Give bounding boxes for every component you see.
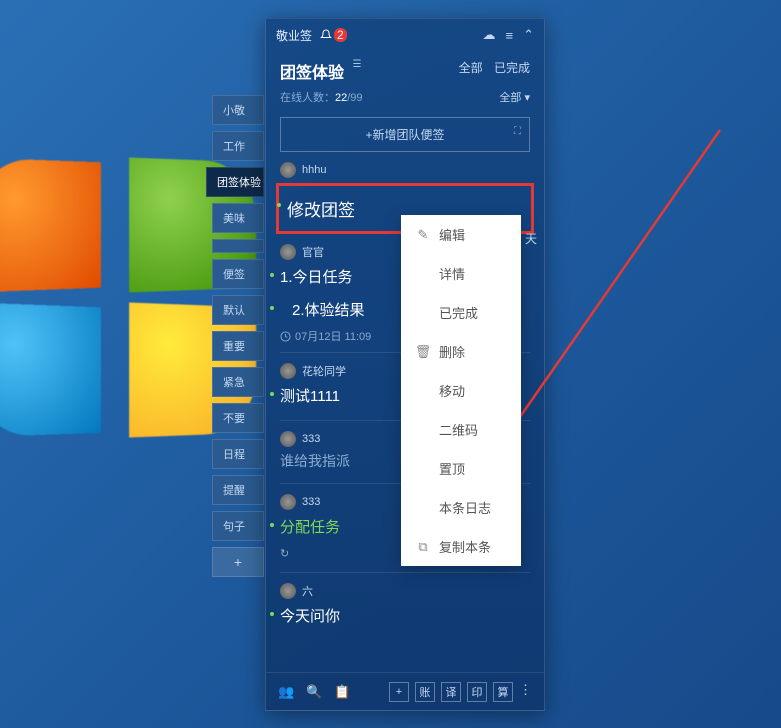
menu-detail[interactable]: 详情 xyxy=(401,254,521,293)
edit-icon: ✎ xyxy=(415,227,431,243)
calc-button[interactable]: 算 xyxy=(493,682,513,702)
print-button[interactable]: 印 xyxy=(467,682,487,702)
filter-done[interactable]: 已完成 xyxy=(494,61,530,75)
avatar xyxy=(280,244,296,260)
note-author: 六 xyxy=(280,583,530,599)
side-tab[interactable]: 美味 xyxy=(212,203,264,233)
chevron-icon[interactable]: ⌃ xyxy=(523,27,534,43)
menu-done[interactable]: 已完成 xyxy=(401,293,521,332)
expand-icon[interactable]: ⛶ xyxy=(514,126,521,137)
online-filter[interactable]: 全部 ▾ xyxy=(499,89,530,105)
avatar xyxy=(280,494,296,510)
side-tab[interactable]: 工作 xyxy=(212,131,264,161)
side-tab[interactable]: 便签 xyxy=(212,259,264,289)
menu-edit[interactable]: ✎编辑 xyxy=(401,215,521,254)
translate-button[interactable]: 译 xyxy=(441,682,461,702)
side-tab[interactable]: 小敬 xyxy=(212,95,264,125)
side-tab-add[interactable]: + xyxy=(212,547,264,577)
avatar xyxy=(280,363,296,379)
side-tab[interactable]: 句子 xyxy=(212,511,264,541)
notification-bell[interactable]: 2 xyxy=(320,28,347,42)
side-tab[interactable]: 重要 xyxy=(212,331,264,361)
trash-icon: 🗑 xyxy=(415,344,431,360)
online-count: 在线人数：22/99 全部 ▾ xyxy=(266,87,544,113)
team-title: 团签体验 xyxy=(280,59,344,83)
side-tab-active[interactable]: 团签体验 xyxy=(206,167,264,197)
bottom-bar: 👥 🔍 📋 + 账 译 印 算 ⋮ xyxy=(266,672,544,710)
side-tabs: 小敬 工作 团签体验 美味 便签 默认 重要 紧急 不要 日程 提醒 句子 + xyxy=(212,95,264,583)
more-icon[interactable]: ⋮ xyxy=(519,682,532,702)
side-tab[interactable]: 日程 xyxy=(212,439,264,469)
menu-log[interactable]: 本条日志 xyxy=(401,488,521,527)
filter-all[interactable]: 全部 xyxy=(459,61,483,75)
side-tab[interactable] xyxy=(212,239,264,253)
search-icon[interactable]: 🔍 xyxy=(306,684,322,700)
menu-icon[interactable]: ≡ xyxy=(506,28,514,43)
app-name: 敬业签 xyxy=(276,27,312,44)
avatar xyxy=(280,162,296,178)
new-note-button[interactable]: +新增团队便签⛶ xyxy=(280,117,530,152)
menu-qr[interactable]: 二维码 xyxy=(401,410,521,449)
copy-icon: ⧉ xyxy=(415,539,431,555)
side-tab[interactable]: 紧急 xyxy=(212,367,264,397)
menu-pin[interactable]: 置顶 xyxy=(401,449,521,488)
header: 团签体验 ☰ 全部 已完成 xyxy=(266,51,544,87)
side-tab[interactable]: 默认 xyxy=(212,295,264,325)
avatar xyxy=(280,583,296,599)
context-menu: ✎编辑 详情 已完成 🗑删除 移动 二维码 置顶 本条日志 ⧉复制本条 xyxy=(401,215,521,566)
account-button[interactable]: 账 xyxy=(415,682,435,702)
team-tag-icon[interactable]: ☰ xyxy=(352,59,361,70)
note-title[interactable]: 今天问你 xyxy=(280,599,530,632)
side-tab[interactable]: 不要 xyxy=(212,403,264,433)
menu-move[interactable]: 移动 xyxy=(401,371,521,410)
titlebar: 敬业签 2 ☁ ≡ ⌃ xyxy=(266,19,544,51)
calendar-icon[interactable]: 📋 xyxy=(334,684,350,700)
add-button[interactable]: + xyxy=(389,682,409,702)
date-hint: 天 xyxy=(525,230,537,247)
menu-delete[interactable]: 🗑删除 xyxy=(401,332,521,371)
menu-copy[interactable]: ⧉复制本条 xyxy=(401,527,521,566)
note-author: hhhu xyxy=(280,162,530,178)
cloud-icon[interactable]: ☁ xyxy=(483,27,496,43)
avatar xyxy=(280,431,296,447)
users-icon[interactable]: 👥 xyxy=(278,684,294,700)
side-tab[interactable]: 提醒 xyxy=(212,475,264,505)
